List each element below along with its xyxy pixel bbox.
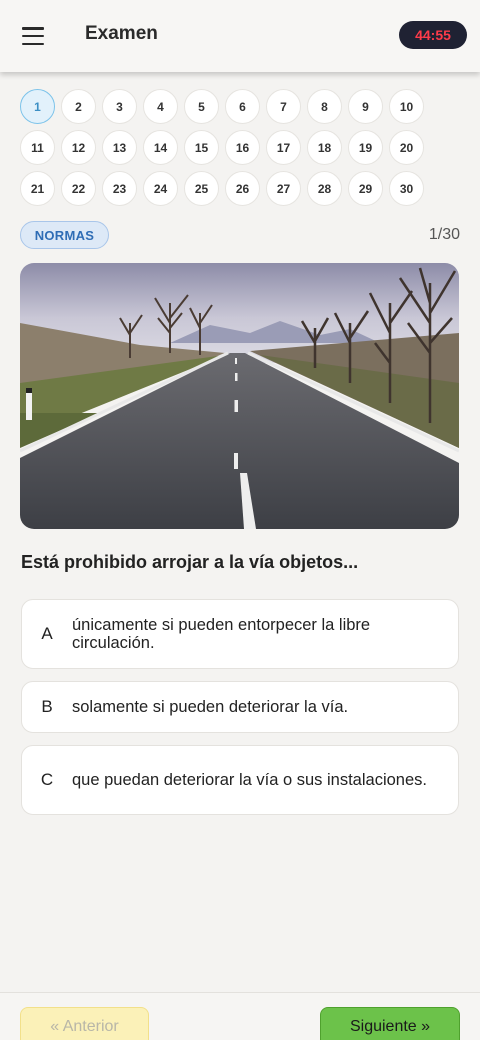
question-text: Está prohibido arrojar a la vía objetos.…	[21, 552, 359, 572]
countdown-timer: 44:55	[399, 21, 467, 49]
answer-text: solamente si pueden deteriorar la vía.	[72, 698, 349, 716]
question-number-button[interactable]: 1	[20, 89, 55, 124]
question-number-button[interactable]: 4	[143, 89, 178, 124]
question-number-button[interactable]: 2	[61, 89, 96, 124]
previous-button[interactable]: « Anterior	[20, 1007, 149, 1040]
answer-letter: B	[41, 697, 53, 716]
hamburger-menu-icon[interactable]	[22, 27, 44, 45]
question-number-button[interactable]: 6	[225, 89, 260, 124]
question-number-button[interactable]: 21	[20, 171, 55, 206]
question-number-button[interactable]: 20	[389, 130, 424, 165]
question-number-button[interactable]: 18	[307, 130, 342, 165]
question-number-button[interactable]: 14	[143, 130, 178, 165]
question-number-button[interactable]: 17	[266, 130, 301, 165]
question-number-button[interactable]: 28	[307, 171, 342, 206]
top-app-bar: Examen 44:55	[0, 0, 480, 72]
question-number-button[interactable]: 25	[184, 171, 219, 206]
question-number-button[interactable]: 12	[61, 130, 96, 165]
question-number-button[interactable]: 15	[184, 130, 219, 165]
answer-option-b[interactable]: B solamente si pueden deteriorar la vía.	[21, 681, 459, 733]
question-number-button[interactable]: 30	[389, 171, 424, 206]
question-number-button[interactable]: 19	[348, 130, 383, 165]
question-number-button[interactable]: 22	[61, 171, 96, 206]
question-number-button[interactable]: 9	[348, 89, 383, 124]
question-number-button[interactable]: 3	[102, 89, 137, 124]
question-number-button[interactable]: 11	[20, 130, 55, 165]
question-number-button[interactable]: 7	[266, 89, 301, 124]
question-navigator: 1 2 3 4 5 6 7 8 9 10 11 12 13 14 15 16 1…	[20, 89, 440, 206]
answer-letter: C	[40, 770, 54, 789]
question-number-button[interactable]: 10	[389, 89, 424, 124]
page-title: Examen	[85, 23, 158, 44]
answer-text: únicamente si pueden entorpecer la libre…	[72, 616, 371, 652]
question-number-button[interactable]: 13	[102, 130, 137, 165]
answer-option-a[interactable]: A únicamente si pueden entorpecer la lib…	[21, 599, 459, 669]
question-number-button[interactable]: 26	[225, 171, 260, 206]
question-image	[20, 263, 459, 529]
question-number-button[interactable]: 24	[143, 171, 178, 206]
question-progress: 1/30	[428, 226, 460, 243]
question-number-button[interactable]: 8	[307, 89, 342, 124]
question-number-button[interactable]: 5	[184, 89, 219, 124]
answer-option-c[interactable]: C que puedan deteriorar la vía o sus ins…	[21, 745, 459, 815]
question-number-button[interactable]: 29	[348, 171, 383, 206]
answer-text: que puedan deteriorar la vía o sus insta…	[72, 771, 427, 789]
question-number-button[interactable]: 23	[102, 171, 137, 206]
category-badge: NORMAS	[20, 221, 109, 249]
question-number-button[interactable]: 16	[225, 130, 260, 165]
question-number-button[interactable]: 27	[266, 171, 301, 206]
answer-letter: A	[41, 624, 53, 643]
next-button[interactable]: Siguiente »	[320, 1007, 460, 1040]
